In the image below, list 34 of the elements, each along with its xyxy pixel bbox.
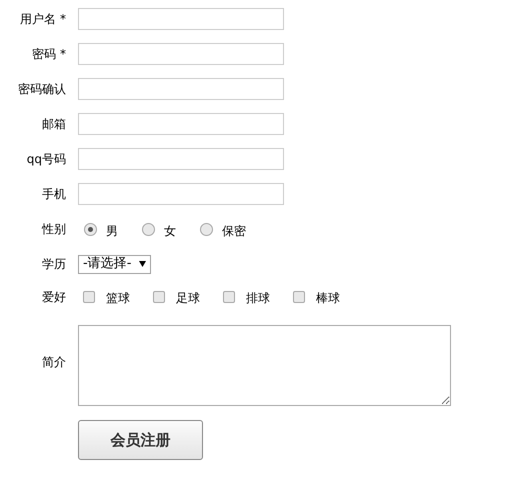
radio-label: 保密 — [222, 223, 246, 240]
field-label: qq号码 — [26, 151, 66, 168]
input-field[interactable] — [78, 113, 284, 135]
field-label: 密码 * — [31, 46, 66, 63]
input-field[interactable] — [78, 43, 284, 65]
input-field[interactable] — [78, 183, 284, 205]
checkbox[interactable] — [293, 291, 305, 303]
radio-button[interactable] — [142, 222, 155, 236]
field-label: 学历 — [41, 256, 66, 273]
caret-icon — [139, 261, 146, 267]
field-label: 用户名 * — [19, 11, 66, 28]
checkbox-label: 排球 — [246, 290, 270, 307]
radio-button[interactable] — [200, 222, 213, 236]
field-label: 邮箱 — [41, 116, 66, 133]
checkbox-label: 棒球 — [316, 290, 340, 307]
input-field[interactable] — [78, 78, 284, 100]
radio-label: 女 — [164, 223, 176, 240]
field-label: 手机 — [41, 186, 66, 203]
radio-label: 男 — [106, 223, 118, 240]
textarea-field[interactable] — [78, 325, 451, 406]
field-label: 密码确认 — [17, 81, 66, 98]
input-field[interactable] — [78, 8, 284, 30]
checkbox-label: 足球 — [176, 290, 200, 307]
checkbox[interactable] — [153, 291, 165, 303]
register-button[interactable]: 会员注册 — [78, 420, 203, 460]
checkbox-label: 篮球 — [106, 290, 130, 307]
field-label: 简介 — [41, 354, 66, 371]
input-field[interactable] — [78, 148, 284, 170]
radio-button[interactable] — [84, 222, 97, 236]
education-dropdown[interactable]: -请选择- — [78, 254, 152, 274]
checkbox[interactable] — [223, 291, 235, 303]
field-label: 性别 — [40, 221, 66, 238]
checkbox[interactable] — [83, 291, 95, 303]
field-label: 爱好 — [41, 289, 66, 306]
